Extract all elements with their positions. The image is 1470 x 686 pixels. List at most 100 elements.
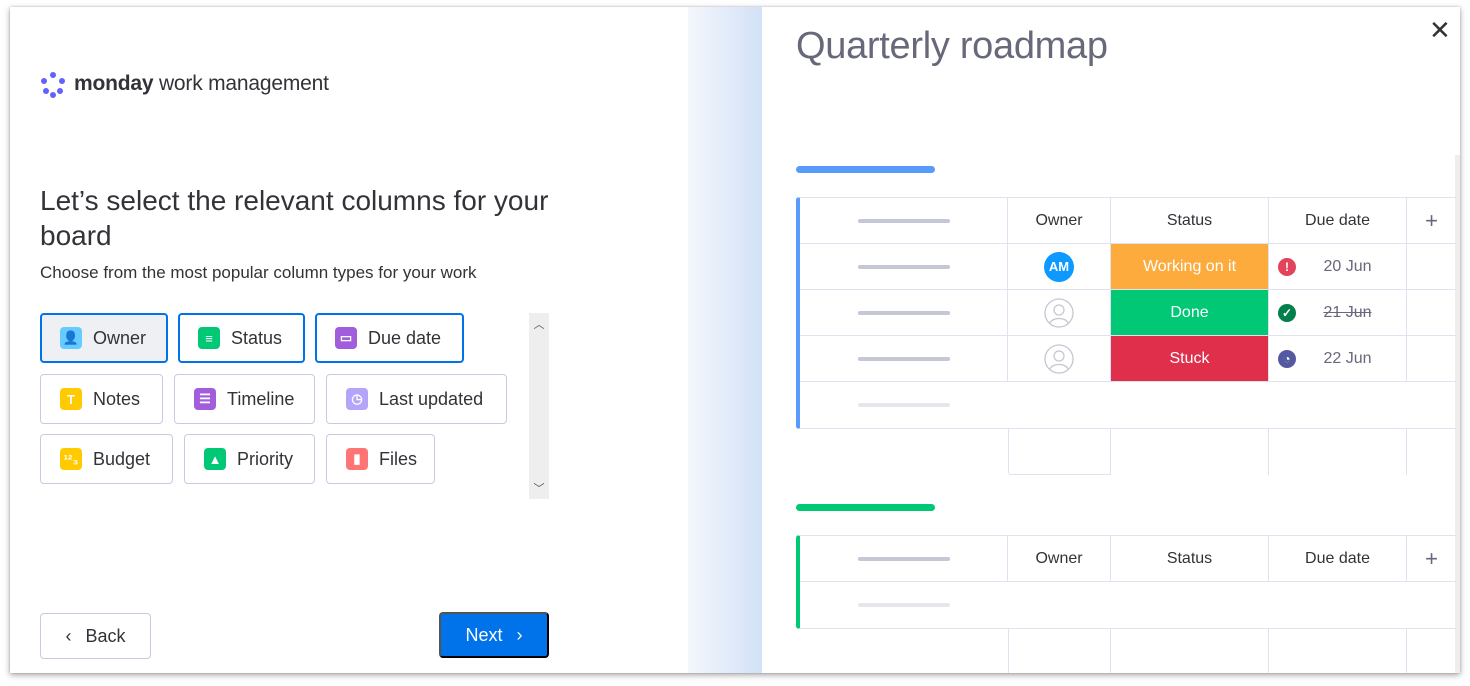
board-title: Quarterly roadmap — [796, 25, 1108, 67]
status-cell[interactable]: Done — [1111, 290, 1269, 335]
add-item-row[interactable] — [800, 582, 1456, 628]
due-date-value: 22 Jun — [1323, 349, 1372, 367]
name-header — [800, 536, 1008, 581]
column-chip-last-updated[interactable]: ◷ Last updated — [326, 374, 507, 424]
due-date-cell[interactable]: ◔ 22 Jun — [1269, 336, 1407, 381]
onboarding-modal: monday work management Let’s select the … — [10, 7, 1460, 673]
avatar: AM — [1044, 251, 1074, 282]
group-table: Owner Status Due date + — [796, 535, 1456, 629]
summary-row — [1008, 429, 1456, 475]
board-preview-pane: Quarterly roadmap ✕ Owner Status Due date +… — [688, 7, 1460, 673]
back-button[interactable]: ‹ Back — [40, 613, 151, 659]
add-item-placeholder[interactable] — [800, 382, 1008, 428]
empty-person-icon — [1044, 297, 1074, 328]
column-chip-files[interactable]: ▮ Files — [326, 434, 435, 484]
clock-icon: ◔ — [1278, 350, 1296, 368]
table-row[interactable]: AM Working on it! 20 Jun — [800, 244, 1456, 290]
empty-cell — [1407, 290, 1456, 335]
owner-header: Owner — [1008, 198, 1111, 243]
status-header: Status — [1111, 198, 1269, 243]
header-row: Owner Status Due date + — [800, 536, 1456, 582]
calendar-icon: ▭ — [335, 327, 357, 349]
column-chip-priority[interactable]: ▲ Priority — [184, 434, 315, 484]
column-chip-label: Owner — [93, 327, 147, 348]
name-header — [800, 198, 1008, 243]
column-chip-owner[interactable]: 👤 Owner — [40, 313, 168, 363]
status-label: Done — [1111, 290, 1268, 335]
status-header: Status — [1111, 536, 1269, 581]
alert-icon: ! — [1278, 258, 1296, 276]
priority-icon: ▲ — [204, 448, 226, 470]
status-cell[interactable]: Stuck — [1111, 336, 1269, 381]
column-chip-label: Budget — [93, 448, 151, 469]
chevron-right-icon: › — [516, 624, 523, 645]
add-item-placeholder[interactable] — [800, 582, 1008, 628]
column-chip-status[interactable]: ≡ Status — [178, 313, 305, 363]
empty-cell — [1407, 336, 1456, 381]
column-chip-budget[interactable]: ¹²₃ Budget — [40, 434, 173, 484]
item-name[interactable] — [800, 336, 1008, 381]
scroll-down-icon[interactable]: ﹀ — [529, 481, 549, 497]
owner-cell[interactable] — [1008, 336, 1111, 381]
timeline-icon: ☰ — [194, 388, 216, 410]
table-row[interactable]: Stuck ◔ 22 Jun — [800, 336, 1456, 382]
page-subtitle: Choose from the most popular column type… — [40, 263, 477, 282]
group-table: Owner Status Due date + AM Working on it! 20 J… — [796, 197, 1456, 429]
header-row: Owner Status Due date + — [800, 198, 1456, 244]
numbers-icon: ¹²₃ — [60, 448, 82, 470]
status-cell[interactable]: Working on it — [1111, 244, 1269, 289]
person-icon: 👤 — [60, 327, 82, 349]
preview-gradient — [688, 7, 762, 673]
brand-name: monday — [74, 72, 154, 95]
column-chip-label: Last updated — [379, 388, 484, 409]
due-date-value: 21 Jun — [1323, 303, 1372, 321]
item-name[interactable] — [800, 244, 1008, 289]
table-row[interactable]: Done ✓ 21 Jun — [800, 290, 1456, 336]
due-date-header: Due date — [1269, 536, 1407, 581]
column-chip-due-date[interactable]: ▭ Due date — [315, 313, 464, 363]
scroll-up-icon[interactable]: ︿ — [529, 317, 549, 333]
column-chip-label: Timeline — [227, 388, 295, 409]
close-icon[interactable]: ✕ — [1429, 17, 1451, 43]
add-column-icon[interactable]: + — [1407, 536, 1456, 581]
status-label: Stuck — [1111, 336, 1268, 381]
files-icon: ▮ — [346, 448, 368, 470]
due-date-cell[interactable]: ! 20 Jun — [1269, 244, 1407, 289]
column-chip-label: Due date — [368, 327, 442, 348]
brand-product: work management — [153, 72, 329, 95]
item-name[interactable] — [800, 290, 1008, 335]
owner-cell[interactable] — [1008, 290, 1111, 335]
empty-person-icon — [1044, 343, 1074, 374]
column-chip-label: Files — [379, 448, 418, 469]
column-chip-notes[interactable]: T Notes — [40, 374, 163, 424]
text-icon: T — [60, 388, 82, 410]
next-button[interactable]: Next › — [439, 612, 549, 658]
wizard-pane: monday work management Let’s select the … — [10, 7, 688, 673]
owner-cell[interactable]: AM — [1008, 244, 1111, 289]
column-chip-label: Notes — [93, 388, 141, 409]
due-date-value: 20 Jun — [1323, 257, 1372, 275]
next-label: Next — [465, 624, 503, 645]
add-column-icon[interactable]: + — [1407, 198, 1456, 243]
monday-logo-icon — [40, 71, 66, 98]
empty-cell — [1407, 244, 1456, 289]
group-title-bar — [796, 504, 935, 511]
column-chip-timeline[interactable]: ☰ Timeline — [174, 374, 315, 424]
back-label: Back — [85, 625, 126, 646]
due-date-header: Due date — [1269, 198, 1407, 243]
group-title-bar — [796, 166, 935, 173]
chevron-left-icon: ‹ — [65, 625, 72, 646]
add-item-row[interactable] — [800, 382, 1456, 428]
column-chip-label: Priority — [237, 448, 294, 469]
owner-header: Owner — [1008, 536, 1111, 581]
column-list-scrollbar[interactable]: ︿ ﹀ — [529, 313, 549, 499]
status-label: Working on it — [1111, 244, 1268, 289]
clock-icon: ◷ — [346, 388, 368, 410]
summary-row — [1008, 629, 1456, 673]
column-chip-label: Status — [231, 327, 283, 348]
due-date-cell[interactable]: ✓ 21 Jun — [1269, 290, 1407, 335]
status-icon: ≡ — [198, 327, 220, 349]
page-title: Let’s select the relevant columns for yo… — [40, 185, 549, 251]
check-icon: ✓ — [1278, 304, 1296, 322]
brand-logo: monday work management — [40, 71, 329, 98]
